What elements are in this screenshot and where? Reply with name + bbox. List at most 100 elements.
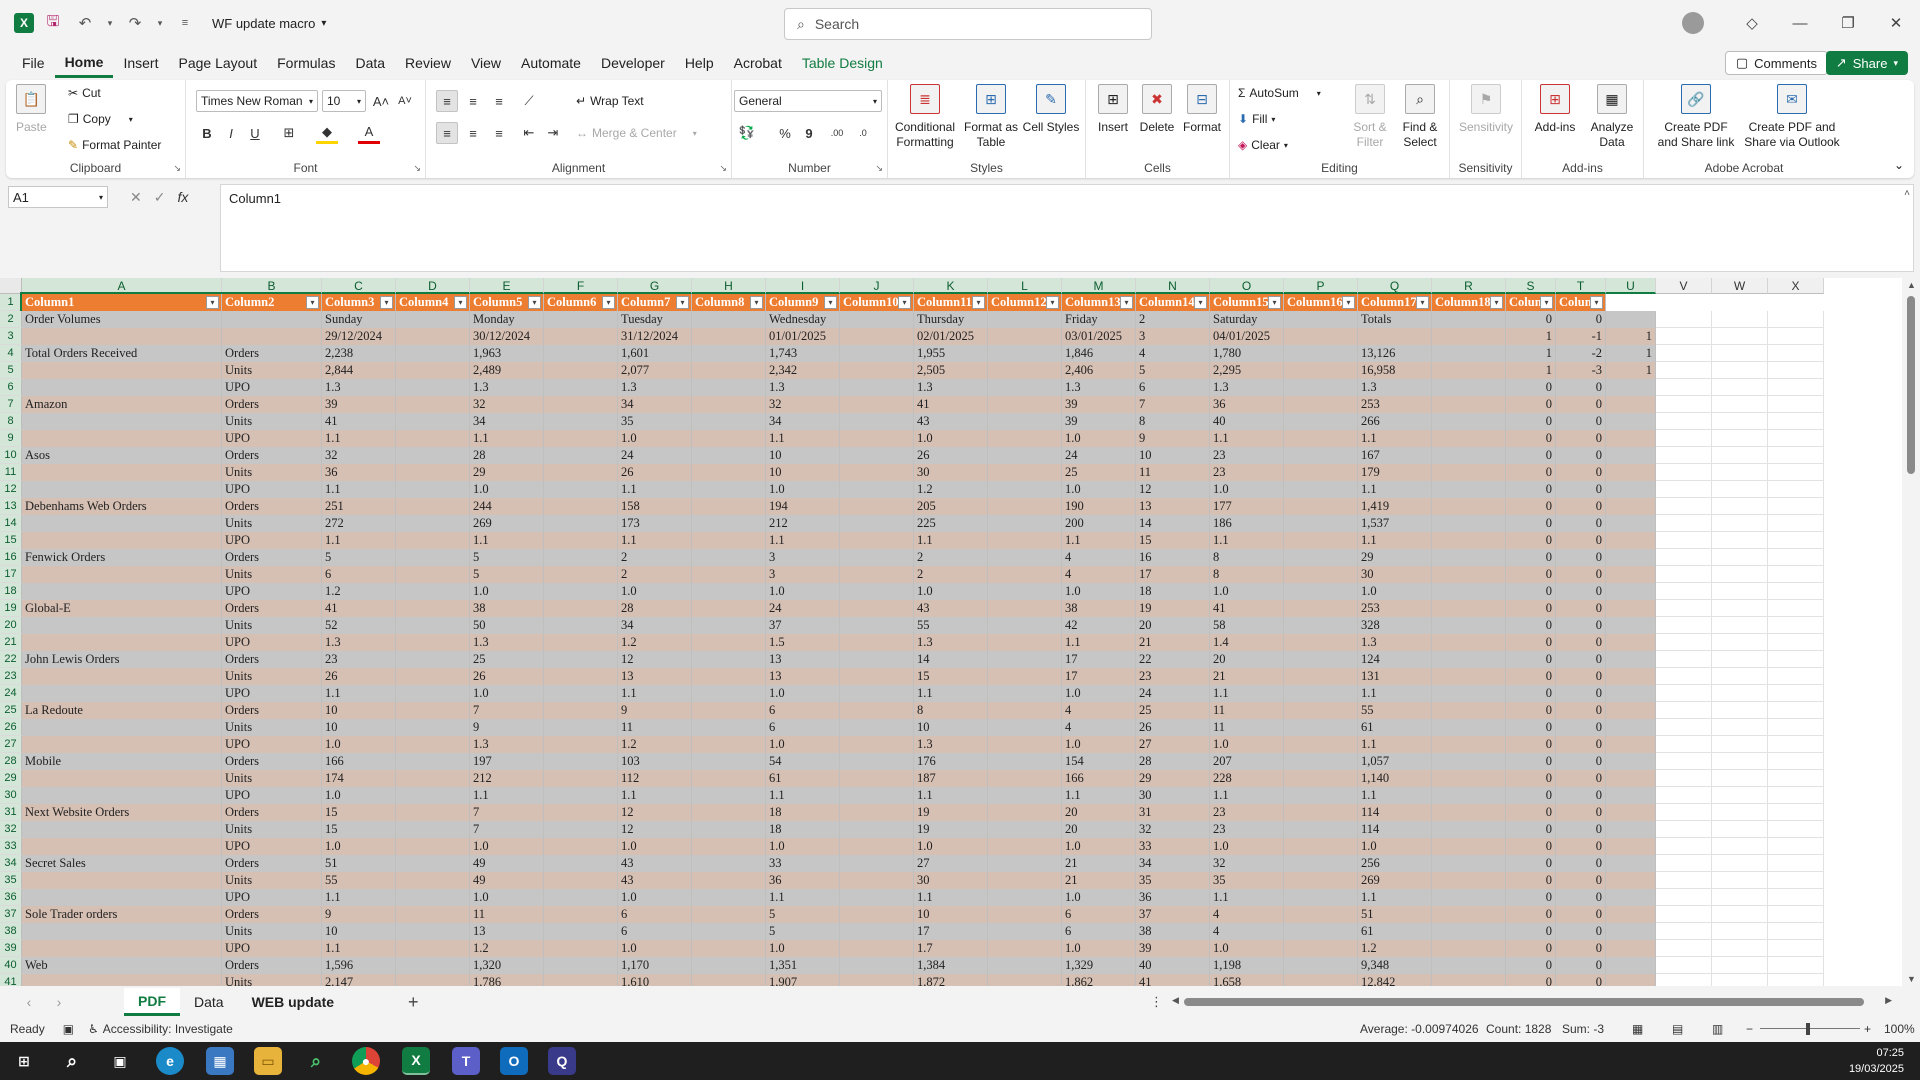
table-cell[interactable] (1606, 481, 1656, 498)
table-cell[interactable]: 1.2 (618, 634, 692, 651)
table-cell[interactable] (544, 940, 618, 957)
chrome-icon[interactable]: ● (352, 1047, 380, 1075)
table-cell[interactable]: 1.2 (470, 940, 544, 957)
table-cell[interactable] (544, 651, 618, 668)
table-cell[interactable]: 54 (766, 753, 840, 770)
table-cell[interactable] (1606, 804, 1656, 821)
table-cell[interactable] (1284, 328, 1358, 345)
conditional-formatting-button[interactable]: ≣ Conditional Formatting (890, 84, 960, 150)
table-cell[interactable]: 1.0 (914, 583, 988, 600)
table-cell[interactable]: 35 (1210, 872, 1284, 889)
table-cell[interactable]: 1.1 (1358, 685, 1432, 702)
table-cell[interactable] (1606, 379, 1656, 396)
table-cell[interactable] (396, 872, 470, 889)
table-header-cell[interactable]: Column2 ▾ (222, 294, 322, 311)
table-cell[interactable]: 9 (322, 906, 396, 923)
empty-cell[interactable] (1656, 634, 1712, 651)
table-cell[interactable] (22, 923, 222, 940)
table-cell[interactable]: UPO (222, 736, 322, 753)
empty-cell[interactable] (1712, 311, 1768, 328)
table-cell[interactable] (840, 906, 914, 923)
table-cell[interactable]: 1.1 (1062, 634, 1136, 651)
table-cell[interactable] (692, 617, 766, 634)
orientation-icon[interactable]: ⟋ (518, 90, 540, 112)
table-cell[interactable] (840, 617, 914, 634)
filter-dropdown-icon[interactable]: ▾ (1590, 296, 1603, 309)
table-cell[interactable] (1432, 532, 1506, 549)
table-cell[interactable]: 1.2 (322, 583, 396, 600)
table-cell[interactable]: 15 (1136, 532, 1210, 549)
table-cell[interactable] (988, 753, 1062, 770)
table-cell[interactable]: 19 (1136, 600, 1210, 617)
table-cell[interactable] (988, 515, 1062, 532)
table-cell[interactable] (692, 413, 766, 430)
font-family-select[interactable]: Times New Roman ▾ (196, 90, 318, 112)
table-cell[interactable]: 244 (470, 498, 544, 515)
table-cell[interactable] (22, 821, 222, 838)
column-header-m[interactable]: M (1062, 278, 1136, 294)
table-cell[interactable] (1284, 719, 1358, 736)
scroll-left-icon[interactable]: ◀ (1172, 995, 1179, 1006)
outlook-icon[interactable]: O (500, 1047, 528, 1075)
table-cell[interactable] (1432, 566, 1506, 583)
filter-dropdown-icon[interactable]: ▾ (1046, 296, 1059, 309)
table-cell[interactable]: 0 (1506, 566, 1556, 583)
align-middle-icon[interactable]: ≡ (462, 90, 484, 112)
table-cell[interactable] (988, 974, 1062, 986)
table-cell[interactable]: 01/01/2025 (766, 328, 840, 345)
table-cell[interactable] (1606, 974, 1656, 986)
column-header-k[interactable]: K (914, 278, 988, 294)
table-cell[interactable]: Saturday (1210, 311, 1284, 328)
table-cell[interactable]: 16,958 (1358, 362, 1432, 379)
table-cell[interactable]: 40 (1136, 957, 1210, 974)
sheet-tab-pdf[interactable]: PDF (124, 988, 180, 1016)
empty-cell[interactable] (1656, 498, 1712, 515)
empty-cell[interactable] (1656, 957, 1712, 974)
customize-quick-access-icon[interactable]: ≡ (172, 10, 198, 36)
table-cell[interactable] (396, 940, 470, 957)
table-cell[interactable]: 0 (1556, 906, 1606, 923)
table-cell[interactable]: 1.0 (470, 838, 544, 855)
table-cell[interactable]: UPO (222, 838, 322, 855)
table-cell[interactable]: 0 (1556, 804, 1606, 821)
table-cell[interactable]: 1,140 (1358, 770, 1432, 787)
table-cell[interactable]: 1.0 (1358, 583, 1432, 600)
table-cell[interactable] (1606, 447, 1656, 464)
copy-button[interactable]: ❐ Copy ▾ (68, 112, 133, 126)
table-cell[interactable] (988, 719, 1062, 736)
empty-cell[interactable] (1656, 566, 1712, 583)
filter-dropdown-icon[interactable]: ▾ (528, 296, 541, 309)
row-header[interactable]: 27 (0, 736, 22, 753)
row-header[interactable]: 35 (0, 872, 22, 889)
table-cell[interactable] (22, 515, 222, 532)
table-cell[interactable] (692, 634, 766, 651)
table-cell[interactable]: 0 (1506, 413, 1556, 430)
table-cell[interactable]: 0 (1556, 515, 1606, 532)
empty-cell[interactable] (1768, 549, 1824, 566)
table-cell[interactable]: -3 (1556, 362, 1606, 379)
table-cell[interactable] (1284, 940, 1358, 957)
table-cell[interactable]: 34 (766, 413, 840, 430)
save-icon[interactable]: 🖫 (40, 10, 66, 36)
table-cell[interactable]: 1.0 (618, 940, 692, 957)
table-cell[interactable] (840, 379, 914, 396)
table-cell[interactable]: 1.1 (914, 787, 988, 804)
table-cell[interactable]: 7 (470, 821, 544, 838)
launcher-icon[interactable]: ↘ (719, 163, 727, 174)
table-cell[interactable]: 0 (1556, 838, 1606, 855)
empty-cell[interactable] (1768, 311, 1824, 328)
table-cell[interactable]: 1.1 (1358, 430, 1432, 447)
table-cell[interactable] (396, 685, 470, 702)
horizontal-scrollbar[interactable]: ◀ ▶ (1172, 995, 1892, 1008)
table-cell[interactable]: 13 (1136, 498, 1210, 515)
table-cell[interactable] (1432, 430, 1506, 447)
font-size-select[interactable]: 10 ▾ (322, 90, 366, 112)
table-cell[interactable]: 0 (1506, 906, 1556, 923)
table-cell[interactable] (1432, 600, 1506, 617)
percent-icon[interactable]: % (774, 122, 796, 144)
table-cell[interactable] (396, 447, 470, 464)
table-cell[interactable]: 5 (766, 906, 840, 923)
table-cell[interactable]: 1.1 (766, 889, 840, 906)
table-cell[interactable]: 0 (1506, 787, 1556, 804)
table-cell[interactable]: Units (222, 668, 322, 685)
